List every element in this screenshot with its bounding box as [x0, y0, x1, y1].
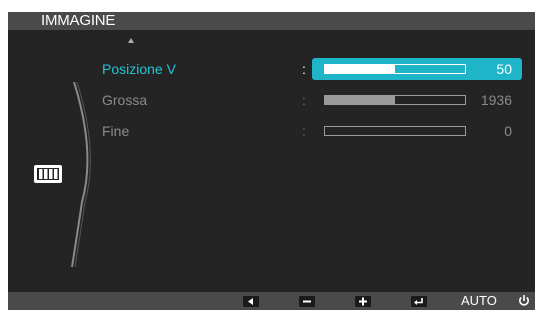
enter-icon	[414, 298, 423, 305]
minus-icon	[303, 300, 311, 303]
progress-bar	[324, 126, 466, 136]
title-bar: IMMAGINE	[8, 12, 535, 30]
progress-bar	[324, 95, 466, 105]
picture-category-icon	[34, 165, 62, 183]
progress-bar	[324, 64, 466, 74]
osd-menu: IMMAGINE Posizione V : 50 Grossa : 1936	[8, 12, 535, 310]
separator: :	[302, 123, 306, 139]
menu-item-label: Posizione V	[102, 61, 176, 77]
menu-item-label: Grossa	[102, 92, 148, 108]
value-slider[interactable]: 0	[312, 120, 522, 142]
separator: :	[302, 92, 306, 108]
minus-button[interactable]	[299, 296, 315, 307]
power-icon[interactable]	[518, 294, 530, 308]
left-arrow-icon	[248, 298, 253, 305]
menu-item-grossa[interactable]: Grossa : 1936	[8, 89, 535, 111]
value-slider[interactable]: 1936	[312, 89, 522, 111]
scroll-up-arrow-icon[interactable]	[128, 38, 134, 43]
button-guide-bar: AUTO	[8, 292, 535, 310]
menu-item-value: 50	[496, 61, 512, 77]
plus-button[interactable]	[355, 296, 371, 307]
progress-fill	[325, 96, 395, 104]
menu-item-fine[interactable]: Fine : 0	[8, 120, 535, 142]
left-arrow-button[interactable]	[243, 296, 259, 307]
auto-button[interactable]: AUTO	[461, 292, 497, 310]
menu-item-label: Fine	[102, 123, 130, 139]
menu-item-value: 1936	[480, 92, 512, 108]
enter-button[interactable]	[411, 296, 427, 307]
separator: :	[302, 61, 306, 77]
plus-icon	[359, 297, 367, 306]
menu-item-value: 0	[504, 123, 512, 139]
menu-item-posizione-v[interactable]: Posizione V : 50	[8, 58, 535, 80]
value-slider[interactable]: 50	[312, 58, 522, 80]
progress-fill	[325, 65, 395, 73]
menu-title: IMMAGINE	[41, 12, 116, 29]
